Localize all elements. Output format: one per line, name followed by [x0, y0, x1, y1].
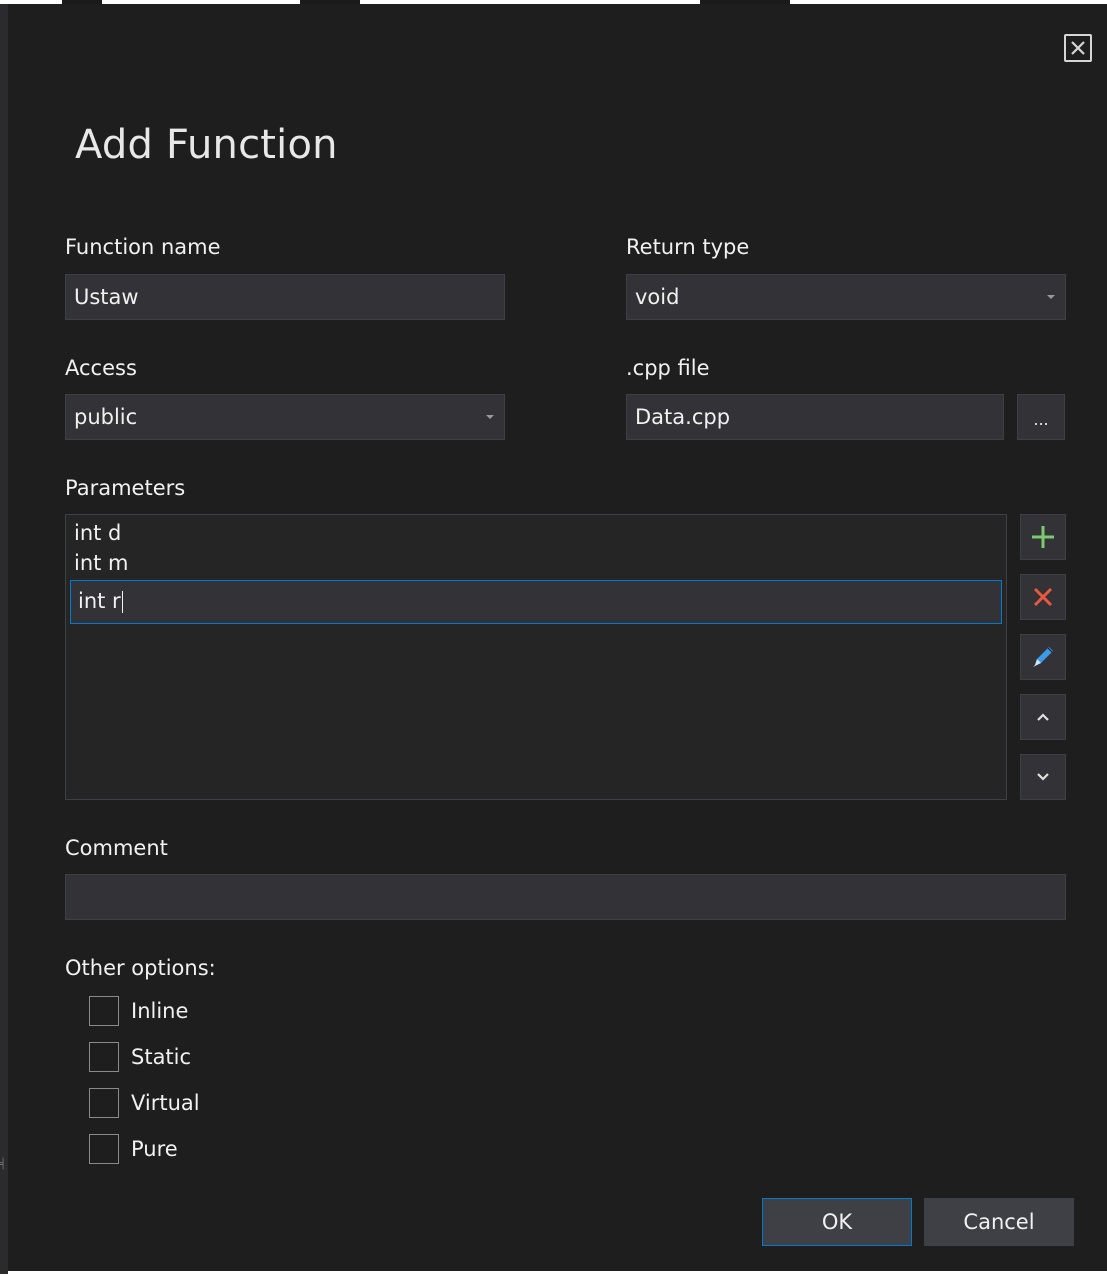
move-up-button[interactable]: [1020, 694, 1066, 740]
comment-input[interactable]: [65, 874, 1066, 920]
chevron-up-icon: [1037, 713, 1049, 721]
return-type-value: void: [635, 285, 680, 309]
virtual-checkbox[interactable]: [89, 1088, 119, 1118]
parameter-edit-input[interactable]: int r: [70, 580, 1002, 624]
inline-checkbox-row[interactable]: Inline: [89, 995, 188, 1027]
close-icon: [1071, 41, 1085, 55]
access-dropdown[interactable]: public: [65, 394, 505, 440]
chevron-down-icon: [1037, 773, 1049, 781]
static-checkbox-row[interactable]: Static: [89, 1041, 191, 1073]
inline-checkbox[interactable]: [89, 996, 119, 1026]
parameters-label: Parameters: [65, 476, 186, 500]
function-name-input[interactable]: Ustaw: [65, 274, 505, 320]
dialog-title: Add Function: [75, 122, 338, 168]
delete-icon: [1033, 587, 1053, 607]
static-label: Static: [131, 1045, 192, 1069]
browse-button[interactable]: ...: [1017, 394, 1065, 440]
inline-label: Inline: [131, 999, 189, 1023]
background-window-edge: ╡: [0, 4, 8, 1274]
move-down-button[interactable]: [1020, 754, 1066, 800]
plus-icon: [1032, 526, 1054, 548]
ok-button[interactable]: OK: [762, 1198, 912, 1246]
parameters-list[interactable]: int d int m int r: [65, 514, 1007, 800]
pure-checkbox-row[interactable]: Pure: [89, 1133, 178, 1165]
function-name-value: Ustaw: [74, 285, 139, 309]
edit-parameter-button[interactable]: [1020, 634, 1066, 680]
list-item[interactable]: int m: [74, 551, 129, 575]
comment-label: Comment: [65, 836, 168, 860]
cpp-file-label: .cpp file: [626, 356, 710, 380]
return-type-dropdown[interactable]: void: [626, 274, 1066, 320]
dropdown-arrow-icon: [1047, 295, 1055, 299]
remove-parameter-button[interactable]: [1020, 574, 1066, 620]
pure-label: Pure: [131, 1137, 178, 1161]
add-function-dialog: Add Function Function name Ustaw Return …: [8, 4, 1107, 1274]
access-value: public: [74, 405, 138, 429]
virtual-checkbox-row[interactable]: Virtual: [89, 1087, 200, 1119]
list-item[interactable]: int d: [74, 521, 121, 545]
static-checkbox[interactable]: [89, 1042, 119, 1072]
virtual-label: Virtual: [131, 1091, 200, 1115]
parameter-edit-value: int r: [78, 589, 121, 613]
access-label: Access: [65, 356, 137, 380]
function-name-label: Function name: [65, 235, 221, 259]
return-type-label: Return type: [626, 235, 750, 259]
cancel-button[interactable]: Cancel: [924, 1198, 1074, 1246]
pencil-icon: [1033, 647, 1053, 667]
cpp-file-input[interactable]: Data.cpp: [626, 394, 1004, 440]
other-options-label: Other options:: [65, 956, 216, 980]
dropdown-arrow-icon: [486, 415, 494, 419]
text-caret: [121, 591, 123, 613]
pure-checkbox[interactable]: [89, 1134, 119, 1164]
close-button[interactable]: [1064, 34, 1092, 62]
add-parameter-button[interactable]: [1020, 514, 1066, 560]
cpp-file-value: Data.cpp: [635, 405, 731, 429]
